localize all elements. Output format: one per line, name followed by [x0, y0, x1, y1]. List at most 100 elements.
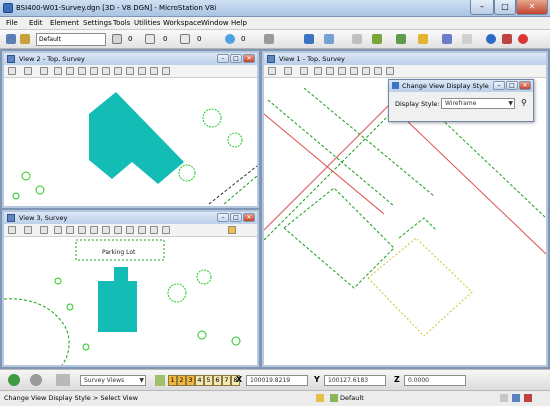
view-attributes-icon[interactable]	[268, 67, 276, 75]
menu-settings[interactable]: Settings	[83, 19, 112, 27]
level-icon[interactable]	[330, 394, 338, 402]
magnifier-icon[interactable]: ⚲	[521, 98, 527, 107]
pan-view-icon[interactable]	[114, 226, 122, 234]
rotate-view-icon[interactable]	[102, 67, 110, 75]
menu-help[interactable]: Help	[231, 19, 247, 27]
view-2-canvas[interactable]	[4, 78, 257, 206]
info-icon[interactable]	[486, 34, 496, 44]
active-level-dropdown[interactable]: Default	[36, 33, 106, 46]
view-next-icon[interactable]	[138, 67, 146, 75]
view-3-canvas[interactable]: Parking Lot	[4, 237, 257, 365]
menu-file[interactable]: File	[6, 19, 18, 27]
microstation-app-icon[interactable]	[3, 3, 13, 13]
no-icon[interactable]	[518, 34, 528, 44]
copy-view-icon[interactable]	[150, 67, 158, 75]
design-file-icon[interactable]	[512, 394, 520, 402]
line-weight-icon[interactable]	[180, 34, 190, 44]
forward-arrow-icon[interactable]	[30, 374, 42, 386]
level-display-icon[interactable]	[396, 34, 406, 44]
window-area-icon[interactable]	[78, 226, 86, 234]
view-toggle-6[interactable]: 6	[213, 375, 222, 386]
view-attributes-icon[interactable]	[8, 226, 16, 234]
view-toggle-7[interactable]: 7	[222, 375, 231, 386]
view-2-maximize-button[interactable]: □	[230, 54, 242, 63]
menu-element[interactable]: Element	[50, 19, 79, 27]
view-next-icon[interactable]	[138, 226, 146, 234]
references-icon[interactable]	[352, 34, 362, 44]
menu-workspace[interactable]: Workspace	[163, 19, 201, 27]
window-area-icon[interactable]	[78, 67, 86, 75]
view-toggle-4[interactable]: 4	[195, 375, 204, 386]
zoom-out-icon[interactable]	[326, 67, 334, 75]
view-3-window[interactable]: View 3, Survey – □ ✕ Parking Lot	[2, 210, 259, 367]
fit-view-icon[interactable]	[90, 226, 98, 234]
fit-view-icon[interactable]	[350, 67, 358, 75]
tasks-icon[interactable]	[304, 34, 314, 44]
snaps-icon[interactable]	[462, 34, 472, 44]
menu-tools[interactable]: Tools	[113, 19, 130, 27]
update-view-icon[interactable]	[300, 67, 308, 75]
element-selection-icon[interactable]	[6, 34, 16, 44]
menu-edit[interactable]: Edit	[29, 19, 43, 27]
close-button[interactable]: ✕	[516, 0, 548, 15]
view-toggle-5[interactable]: 5	[204, 375, 213, 386]
pan-view-icon[interactable]	[374, 67, 382, 75]
zoom-out-icon[interactable]	[66, 226, 74, 234]
color-swatch-icon[interactable]	[112, 34, 122, 44]
view-previous-icon[interactable]	[126, 67, 134, 75]
level-manager-icon[interactable]	[20, 34, 30, 44]
display-style-selected-icon[interactable]	[228, 226, 236, 234]
minimize-button[interactable]: –	[470, 0, 494, 15]
view-2-close-button[interactable]: ✕	[243, 54, 255, 63]
clip-volume-icon[interactable]	[162, 226, 170, 234]
z-coordinate-field[interactable]: 0.0000	[404, 375, 466, 386]
dialog-restore-button[interactable]: □	[506, 81, 518, 90]
zoom-in-icon[interactable]	[54, 226, 62, 234]
messages-icon[interactable]	[524, 394, 532, 402]
zoom-in-icon[interactable]	[314, 67, 322, 75]
raster-manager-icon[interactable]	[372, 34, 382, 44]
key-in-icon[interactable]	[418, 34, 428, 44]
pointer-icon[interactable]	[56, 374, 70, 386]
help-icon[interactable]	[502, 34, 512, 44]
view-groups-icon[interactable]	[155, 375, 165, 386]
view-toggle-3[interactable]: 3	[186, 375, 195, 386]
x-coordinate-field[interactable]: 100019.8219	[246, 375, 308, 386]
rotate-view-icon[interactable]	[102, 226, 110, 234]
view-3-close-button[interactable]: ✕	[243, 213, 255, 222]
y-coordinate-field[interactable]: 100127.6183	[324, 375, 386, 386]
view-previous-icon[interactable]	[126, 226, 134, 234]
view-toggle-2[interactable]: 2	[177, 375, 186, 386]
line-style-icon[interactable]	[145, 34, 155, 44]
zoom-out-icon[interactable]	[66, 67, 74, 75]
saved-views-dropdown[interactable]: Survey Views ▼	[80, 375, 146, 386]
view-attributes-icon[interactable]	[8, 67, 16, 75]
view-2-minimize-button[interactable]: –	[217, 54, 229, 63]
fit-view-icon[interactable]	[90, 67, 98, 75]
view-3-maximize-button[interactable]: □	[230, 213, 242, 222]
rotate-view-icon[interactable]	[362, 67, 370, 75]
view-toggle-1[interactable]: 1	[168, 375, 177, 386]
dialog-close-button[interactable]: ✕	[519, 81, 531, 90]
copy-view-icon[interactable]	[150, 226, 158, 234]
menu-window[interactable]: Window	[201, 19, 229, 27]
lock-icon[interactable]	[316, 394, 324, 402]
element-class-icon[interactable]	[264, 34, 274, 44]
view-2-window[interactable]: View 2 - Top, Survey – □ ✕	[2, 51, 259, 208]
display-style-icon[interactable]	[24, 67, 32, 75]
zoom-in-icon[interactable]	[54, 67, 62, 75]
models-icon[interactable]	[324, 34, 334, 44]
maximize-button[interactable]: □	[494, 0, 516, 15]
dialog-minimize-button[interactable]: –	[493, 81, 505, 90]
view-previous-icon[interactable]	[386, 67, 394, 75]
accudraw-icon[interactable]	[442, 34, 452, 44]
menu-utilities[interactable]: Utilities	[134, 19, 160, 27]
globe-icon[interactable]	[225, 34, 235, 44]
update-view-icon[interactable]	[40, 67, 48, 75]
display-style-icon[interactable]	[24, 226, 32, 234]
back-arrow-icon[interactable]	[8, 374, 20, 386]
clip-volume-icon[interactable]	[162, 67, 170, 75]
window-area-icon[interactable]	[338, 67, 346, 75]
display-style-icon[interactable]	[284, 67, 292, 75]
view-3-minimize-button[interactable]: –	[217, 213, 229, 222]
